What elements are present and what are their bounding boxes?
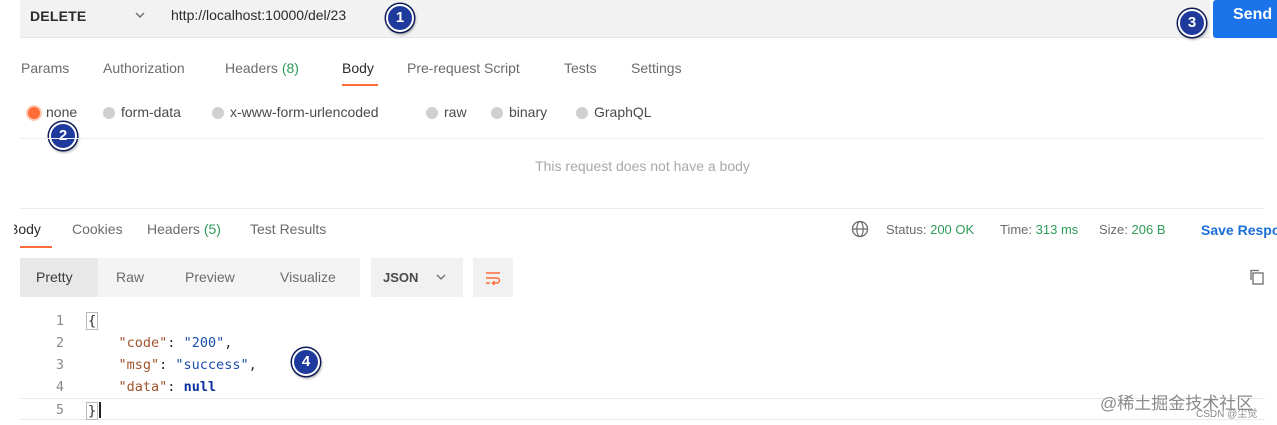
annotation-marker-1: 1 xyxy=(386,4,414,32)
json-punct: , xyxy=(248,357,257,373)
wrap-lines-icon xyxy=(486,272,501,286)
url-input[interactable]: http://localhost:10000/del/23 xyxy=(171,7,346,23)
tab-label: Pre-request Script xyxy=(407,60,520,76)
tab-label: Settings xyxy=(631,60,682,76)
url-bar: DELETE http://localhost:10000/del/23 xyxy=(20,0,1210,38)
status-label: Status: xyxy=(886,222,927,237)
tab-label: Body xyxy=(342,60,374,76)
response-body-editor[interactable]: 1 { 2 "code": "200", 3 "msg": "success",… xyxy=(20,310,1265,422)
radio-icon xyxy=(491,107,503,119)
chevron-down-icon[interactable] xyxy=(133,8,147,22)
code-line: 3 "msg": "success", xyxy=(20,354,1265,376)
json-value: "200" xyxy=(183,335,225,351)
size-label: Size: xyxy=(1099,222,1128,237)
globe-icon[interactable] xyxy=(851,220,869,238)
tab-count: (8) xyxy=(281,60,299,76)
radio-label: raw xyxy=(444,104,467,120)
save-response-button[interactable]: Save Response xyxy=(1201,222,1277,238)
code-text: "msg": "success", xyxy=(118,357,257,373)
view-mode-bar: Pretty Raw Preview Visualize xyxy=(20,258,360,297)
active-response-tab-indicator xyxy=(20,246,52,248)
radio-label: GraphQL xyxy=(594,104,652,120)
radio-label: binary xyxy=(509,104,548,120)
send-button[interactable]: Send xyxy=(1213,0,1277,38)
code-text: "data": null xyxy=(118,379,217,395)
code-line: 2 "code": "200", xyxy=(20,332,1265,354)
code-text: { xyxy=(86,312,99,330)
view-visualize-button[interactable]: Visualize xyxy=(264,258,352,297)
response-tab-cookies[interactable]: Cookies xyxy=(72,221,123,237)
tab-tests[interactable]: Tests xyxy=(564,60,597,76)
tab-label: Tests xyxy=(564,60,597,76)
tab-label: Cookies xyxy=(72,221,123,237)
tab-label: Params xyxy=(21,60,70,76)
response-tab-body[interactable]: Body xyxy=(14,221,56,237)
view-preview-button[interactable]: Preview xyxy=(169,258,251,297)
tab-authorization[interactable]: Authorization xyxy=(103,60,185,76)
time-value: 313 ms xyxy=(1035,222,1079,237)
line-number: 1 xyxy=(55,313,64,329)
tab-label: Test Results xyxy=(250,221,327,237)
chevron-down-icon xyxy=(436,274,446,280)
copy-icon[interactable] xyxy=(1248,268,1266,286)
view-raw-button[interactable]: Raw xyxy=(100,258,160,297)
code-line: 4 "data": null xyxy=(20,376,1265,398)
tab-body[interactable]: Body xyxy=(342,60,374,76)
annotation-marker-3: 3 xyxy=(1178,9,1206,37)
code-line-current: 5 } xyxy=(20,398,1265,420)
radio-label: form-data xyxy=(121,104,181,120)
size-readout: Size: 206 B xyxy=(1099,222,1166,237)
tab-label: Headers xyxy=(225,60,278,76)
brace: } xyxy=(86,402,99,420)
json-punct: , xyxy=(224,335,233,351)
radio-icon xyxy=(103,107,115,119)
tab-label: Body xyxy=(14,221,41,237)
time-label: Time: xyxy=(1000,222,1033,237)
line-number: 2 xyxy=(55,335,64,351)
tab-label: Authorization xyxy=(103,60,185,76)
code-text: } xyxy=(86,402,102,420)
method-select[interactable]: DELETE xyxy=(30,8,86,24)
radio-icon xyxy=(576,107,588,119)
watermark-sub: CSDN @尘觉 xyxy=(1196,409,1258,420)
response-tab-test-results[interactable]: Test Results xyxy=(250,221,326,237)
brace: { xyxy=(86,312,99,330)
line-number: 4 xyxy=(55,379,64,395)
size-value: 206 B xyxy=(1131,222,1166,237)
active-tab-indicator xyxy=(342,84,378,86)
format-select[interactable]: JSON xyxy=(371,258,463,297)
json-value: null xyxy=(183,379,217,395)
request-body-area: This request does not have a body xyxy=(20,138,1265,208)
json-key: "msg" xyxy=(118,357,160,373)
tab-count: (5) xyxy=(203,221,221,237)
empty-body-message: This request does not have a body xyxy=(535,158,750,174)
response-tab-headers[interactable]: Headers (5) xyxy=(147,221,221,237)
text-caret xyxy=(99,402,102,418)
radio-label: none xyxy=(46,104,78,120)
radio-label: x-www-form-urlencoded xyxy=(230,104,379,120)
radio-icon xyxy=(426,107,438,119)
wrap-lines-button[interactable] xyxy=(473,258,513,297)
tab-label: Headers xyxy=(147,221,200,237)
radio-selected-icon xyxy=(28,107,40,119)
radio-icon xyxy=(212,107,224,119)
json-key: "code" xyxy=(118,335,168,351)
status-value: 200 OK xyxy=(930,222,975,237)
tab-params[interactable]: Params xyxy=(21,60,69,76)
code-line: 1 { xyxy=(20,310,1265,332)
json-key: "data" xyxy=(118,379,168,395)
divider xyxy=(20,208,1265,209)
time-readout: Time: 313 ms xyxy=(1000,222,1078,237)
tab-settings[interactable]: Settings xyxy=(631,60,682,76)
status-readout: Status: 200 OK xyxy=(886,222,974,237)
view-pretty-button[interactable]: Pretty xyxy=(20,258,98,297)
line-number: 5 xyxy=(55,402,64,418)
code-text: "code": "200", xyxy=(118,335,233,351)
format-value: JSON xyxy=(383,270,419,285)
line-number: 3 xyxy=(55,357,64,373)
tab-headers[interactable]: Headers (8) xyxy=(225,60,299,76)
json-value: "success" xyxy=(175,357,249,373)
tab-pre-request-script[interactable]: Pre-request Script xyxy=(407,60,520,76)
